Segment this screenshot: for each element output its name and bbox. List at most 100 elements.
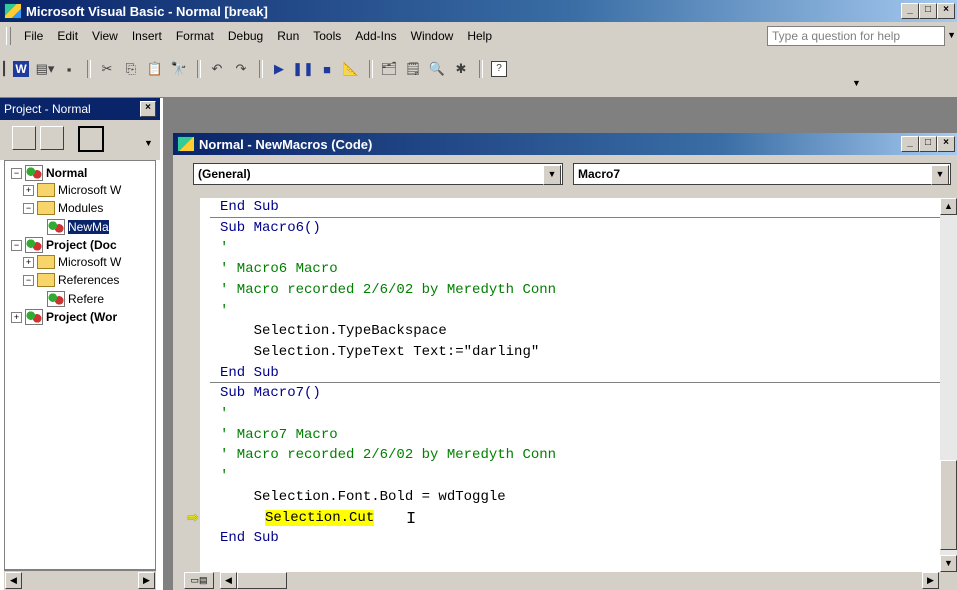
chevron-down-icon[interactable]: ▼ [543,165,561,185]
chevron-down-icon[interactable]: ▼ [144,138,153,148]
code-line[interactable]: ' Macro6 Macro [220,259,338,279]
code-line[interactable]: ' [220,238,228,258]
find-icon[interactable]: 🔭 [168,59,190,79]
help-search-input[interactable]: Type a question for help [767,26,945,46]
toolbar-options-arrow-icon[interactable]: ▼ [852,78,861,88]
view-object-icon[interactable] [40,126,64,150]
scroll-right-icon[interactable]: ▶ [138,572,155,589]
code-line[interactable]: ' Macro recorded 2/6/02 by Meredyth Conn [220,280,556,300]
menu-file[interactable]: File [17,29,50,43]
code-line[interactable]: Selection.Font.Bold = wdToggle [220,487,506,507]
object-browser-icon[interactable]: 🔍 [426,59,448,79]
code-line[interactable]: ' Macro recorded 2/6/02 by Meredyth Conn [220,445,556,465]
menu-tools[interactable]: Tools [306,29,348,43]
code-horizontal-scrollbar[interactable]: ▭▤ ◀ ▶ [180,572,957,590]
close-button[interactable]: × [937,3,955,19]
code-line[interactable]: ' [220,301,228,321]
menu-insert[interactable]: Insert [125,29,169,43]
menu-debug[interactable]: Debug [221,29,270,43]
menu-grip[interactable] [6,27,11,45]
insert-module-icon[interactable]: ▤▾ [34,59,56,79]
break-icon[interactable]: ❚❚ [292,59,314,79]
design-mode-icon[interactable]: 📐 [340,59,362,79]
code-line[interactable]: End Sub [220,363,279,383]
scroll-left-icon[interactable]: ◀ [220,572,237,589]
scroll-right-icon[interactable]: ▶ [922,572,939,589]
properties-icon[interactable]: 🗒 [402,59,424,79]
tree-item[interactable]: NewMa [35,219,109,235]
code-line[interactable]: Selection.Cut [265,508,375,528]
help-icon[interactable]: ? [488,59,510,79]
collapse-icon[interactable]: − [23,202,34,214]
horizontal-scroll-thumb[interactable] [237,572,287,589]
code-minimize-button[interactable]: _ [901,136,919,152]
toolbar-separator [259,60,263,78]
collapse-icon[interactable]: − [11,167,22,179]
tree-item[interactable]: + Microsoft W [23,183,121,197]
menu-window[interactable]: Window [404,29,461,43]
menu-help[interactable]: Help [460,29,499,43]
code-line[interactable]: ' Macro7 Macro [220,425,338,445]
code-line[interactable]: ' [220,466,228,486]
word-icon[interactable]: W [10,59,32,79]
help-dropdown-arrow-icon[interactable]: ▼ [947,30,956,40]
code-line[interactable]: End Sub [220,528,279,548]
reset-icon[interactable]: ■ [316,59,338,79]
scroll-thumb[interactable] [940,460,957,550]
scroll-left-icon[interactable]: ◀ [5,572,22,589]
expand-icon[interactable]: + [23,256,34,268]
project-tree-scrollbar[interactable]: ◀ ▶ [4,570,156,590]
tree-item[interactable]: − Project (Doc [11,237,117,253]
tree-item[interactable]: Refere [35,291,104,307]
maximize-button[interactable]: □ [919,3,937,19]
code-maximize-button[interactable]: □ [919,136,937,152]
code-line[interactable]: Sub Macro6() [220,218,321,238]
code-line[interactable]: End Sub [220,198,279,217]
code-line[interactable]: Selection.TypeText Text:="darling" [220,342,540,362]
procedure-combo[interactable]: Macro7 ▼ [573,163,951,185]
minimize-button[interactable]: _ [901,3,919,19]
menu-format[interactable]: Format [169,29,221,43]
code-line[interactable]: Sub Macro7() [220,383,321,403]
tree-item[interactable]: − References [23,273,119,287]
toggle-folders-icon[interactable] [78,126,104,152]
tree-item[interactable]: + Microsoft W [23,255,121,269]
paste-icon[interactable]: 📋 [144,59,166,79]
scroll-down-icon[interactable]: ▼ [940,555,957,572]
collapse-icon[interactable]: − [11,239,22,251]
menu-add-ins[interactable]: Add-Ins [348,29,403,43]
tree-item[interactable]: − Normal [11,165,87,181]
scroll-up-icon[interactable]: ▲ [940,198,957,215]
project-icon [25,309,43,325]
chevron-down-icon[interactable]: ▼ [931,165,949,185]
close-icon[interactable]: × [140,101,156,117]
tree-item[interactable]: + Project (Wor [11,309,117,325]
run-icon[interactable]: ▶ [268,59,290,79]
menu-run[interactable]: Run [270,29,306,43]
code-line[interactable]: Selection.TypeBackspace [220,321,447,341]
menu-edit[interactable]: Edit [50,29,85,43]
code-comment-text: ' Macro recorded 2/6/02 by Meredyth Conn [220,281,557,298]
expand-icon[interactable]: + [11,311,22,323]
app-title-bar: Microsoft Visual Basic - Normal [break] … [0,0,957,22]
object-combo[interactable]: (General) ▼ [193,163,563,185]
cut-icon[interactable]: ✂ [96,59,118,79]
undo-icon[interactable]: ↶ [206,59,228,79]
toolbox-icon[interactable]: ✱ [450,59,472,79]
code-vertical-scrollbar[interactable]: ▲ ▼ [940,198,957,572]
save-icon[interactable]: ▪ [58,59,80,79]
view-toggle-icon[interactable]: ▭▤ [184,572,214,589]
expand-icon[interactable]: + [23,184,34,196]
code-editor[interactable]: End Sub Sub Macro6() ' ' Macro6 Macro ' Macr… [200,198,940,572]
copy-icon[interactable]: ⎘ [120,59,142,79]
menu-view[interactable]: View [85,29,125,43]
toolbar-grip[interactable]: ┃ [0,59,8,79]
code-close-button[interactable]: × [937,136,955,152]
code-line[interactable]: ' [220,404,228,424]
text-cursor-icon: I [406,510,417,529]
tree-item[interactable]: − Modules [23,201,103,215]
collapse-icon[interactable]: − [23,274,34,286]
view-code-icon[interactable] [12,126,36,150]
redo-icon[interactable]: ↷ [230,59,252,79]
project-explorer-icon[interactable]: 🗂 [378,59,400,79]
